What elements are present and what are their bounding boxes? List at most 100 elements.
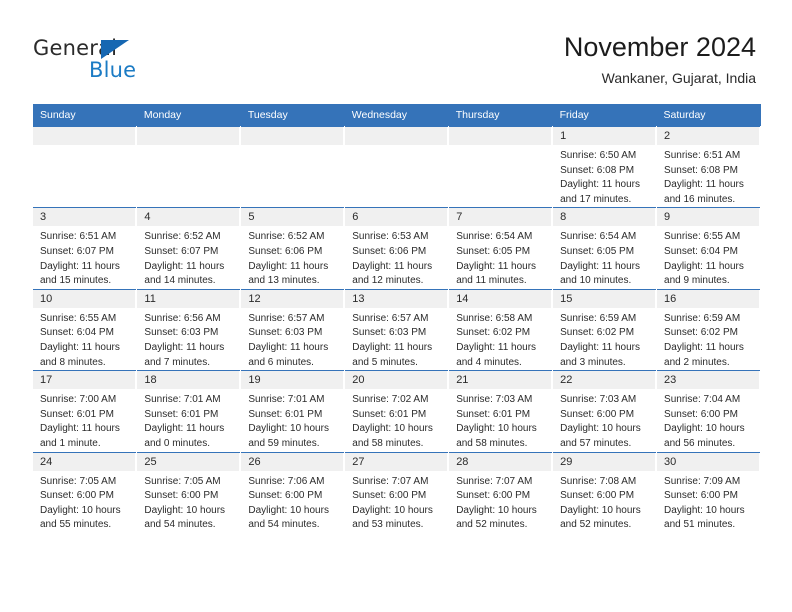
- day-number: 11: [137, 289, 241, 308]
- calendar-day-cell[interactable]: 30 Sunrise: 7:09 AM Sunset: 6:00 PM Dayligh…: [656, 451, 761, 533]
- day-detail-line: and 53 minutes.: [352, 519, 424, 531]
- day-detail-line: and 4 minutes.: [456, 356, 522, 368]
- calendar-week-row: 24 Sunrise: 7:05 AM Sunset: 6:00 PM Dayligh…: [33, 451, 761, 533]
- calendar-day-cell[interactable]: 1 Sunrise: 6:50 AM Sunset: 6:08 PM Daylight…: [552, 125, 658, 208]
- day-detail-line: Sunset: 6:00 PM: [560, 408, 635, 420]
- day-detail-line: Daylight: 11 hours: [40, 341, 120, 353]
- day-detail-line: Sunset: 6:02 PM: [456, 327, 531, 339]
- calendar-day-cell[interactable]: 9 Sunrise: 6:55 AM Sunset: 6:04 PM Daylight…: [656, 207, 761, 290]
- day-detail-line: Sunset: 6:00 PM: [664, 408, 738, 420]
- day-details: [137, 145, 240, 149]
- day-detail-line: Sunset: 6:05 PM: [456, 245, 531, 257]
- calendar-page: General Blue November 2024 Wankaner, Guj…: [0, 0, 792, 612]
- calendar-day-cell[interactable]: 15 Sunrise: 6:59 AM Sunset: 6:02 PM Dayligh…: [552, 288, 658, 371]
- calendar-day-cell[interactable]: 11 Sunrise: 6:56 AM Sunset: 6:03 PM Dayligh…: [136, 288, 242, 371]
- day-details: [33, 145, 136, 149]
- day-detail-line: Sunrise: 6:50 AM: [560, 150, 637, 161]
- calendar-day-cell[interactable]: 28 Sunrise: 7:07 AM Sunset: 6:00 PM Dayligh…: [448, 451, 554, 533]
- calendar-week-row: 10 Sunrise: 6:55 AM Sunset: 6:04 PM Dayligh…: [33, 288, 761, 371]
- day-detail-line: Sunrise: 6:53 AM: [352, 231, 429, 243]
- calendar-day-cell[interactable]: 8 Sunrise: 6:54 AM Sunset: 6:05 PM Daylight…: [552, 207, 658, 290]
- day-detail-line: and 54 minutes.: [144, 519, 216, 531]
- day-detail-line: Sunrise: 6:59 AM: [664, 312, 741, 324]
- calendar-day-cell[interactable]: 18 Sunrise: 7:01 AM Sunset: 6:01 PM Dayligh…: [136, 370, 242, 452]
- day-detail-line: Sunrise: 7:08 AM: [560, 475, 637, 487]
- day-detail-line: Sunrise: 7:00 AM: [40, 394, 117, 406]
- day-detail-line: Daylight: 10 hours: [40, 504, 121, 516]
- day-details: Sunrise: 7:07 AM Sunset: 6:00 PM Daylight:…: [449, 471, 552, 533]
- day-detail-line: and 51 minutes.: [664, 519, 736, 531]
- calendar-day-cell-empty: [136, 125, 242, 208]
- day-number: 21: [449, 371, 553, 390]
- calendar-day-cell[interactable]: 16 Sunrise: 6:59 AM Sunset: 6:02 PM Dayligh…: [656, 288, 761, 371]
- day-detail-line: Sunset: 6:04 PM: [40, 327, 114, 339]
- day-detail-line: Sunset: 6:07 PM: [144, 245, 219, 257]
- calendar-day-cell[interactable]: 3 Sunrise: 6:51 AM Sunset: 6:07 PM Daylight…: [33, 207, 138, 290]
- calendar-day-cell[interactable]: 26 Sunrise: 7:06 AM Sunset: 6:00 PM Dayligh…: [240, 451, 346, 533]
- day-number: 20: [345, 371, 449, 390]
- day-detail-line: and 8 minutes.: [40, 356, 106, 368]
- weekday-header-wednesday: Wednesday: [344, 104, 449, 127]
- day-detail-line: Sunrise: 7:05 AM: [40, 475, 117, 487]
- day-detail-line: and 10 minutes.: [560, 275, 632, 287]
- day-detail-line: and 16 minutes.: [664, 193, 736, 205]
- logo-text-blue: Blue: [89, 58, 137, 82]
- day-detail-line: Sunset: 6:00 PM: [456, 490, 531, 502]
- day-detail-line: Sunset: 6:04 PM: [664, 245, 738, 257]
- day-detail-line: Sunset: 6:07 PM: [40, 245, 114, 257]
- day-detail-line: Daylight: 11 hours: [40, 260, 120, 272]
- day-detail-line: and 14 minutes.: [144, 275, 216, 287]
- day-detail-line: Sunrise: 7:01 AM: [248, 394, 325, 406]
- day-detail-line: Sunset: 6:00 PM: [144, 490, 219, 502]
- day-detail-line: and 2 minutes.: [664, 356, 730, 368]
- weekday-header-friday: Friday: [552, 104, 657, 127]
- day-detail-line: Sunrise: 6:57 AM: [248, 312, 325, 324]
- calendar-day-cell[interactable]: 19 Sunrise: 7:01 AM Sunset: 6:01 PM Dayligh…: [240, 370, 346, 452]
- day-detail-line: Sunset: 6:01 PM: [40, 408, 114, 420]
- day-number: 16: [657, 289, 760, 308]
- day-number: 18: [137, 371, 241, 390]
- calendar-day-cell[interactable]: 5 Sunrise: 6:52 AM Sunset: 6:06 PM Daylight…: [240, 207, 346, 290]
- day-detail-line: Daylight: 11 hours: [456, 341, 537, 353]
- calendar-day-cell[interactable]: 10 Sunrise: 6:55 AM Sunset: 6:04 PM Dayligh…: [33, 288, 138, 371]
- day-detail-line: Sunset: 6:03 PM: [352, 327, 427, 339]
- calendar-day-cell[interactable]: 12 Sunrise: 6:57 AM Sunset: 6:03 PM Dayligh…: [240, 288, 346, 371]
- calendar-day-cell[interactable]: 6 Sunrise: 6:53 AM Sunset: 6:06 PM Daylight…: [344, 207, 450, 290]
- day-detail-line: Daylight: 11 hours: [352, 341, 433, 353]
- day-details: Sunrise: 6:57 AM Sunset: 6:03 PM Daylight:…: [241, 308, 344, 370]
- day-detail-line: and 55 minutes.: [40, 519, 112, 531]
- day-detail-line: Daylight: 11 hours: [144, 341, 225, 353]
- day-details: Sunrise: 7:01 AM Sunset: 6:01 PM Daylight:…: [137, 389, 240, 451]
- weekday-header-tuesday: Tuesday: [240, 104, 345, 127]
- day-detail-line: Sunrise: 7:01 AM: [144, 394, 221, 406]
- calendar-day-cell[interactable]: 24 Sunrise: 7:05 AM Sunset: 6:00 PM Dayligh…: [33, 451, 138, 533]
- calendar-day-cell[interactable]: 27 Sunrise: 7:07 AM Sunset: 6:00 PM Dayligh…: [344, 451, 450, 533]
- calendar-day-cell[interactable]: 13 Sunrise: 6:57 AM Sunset: 6:03 PM Dayligh…: [344, 288, 450, 371]
- general-blue-logo[interactable]: General Blue: [33, 36, 233, 86]
- day-detail-line: Sunset: 6:02 PM: [560, 327, 635, 339]
- day-details: Sunrise: 6:53 AM Sunset: 6:06 PM Daylight:…: [345, 226, 448, 288]
- calendar-day-cell[interactable]: 7 Sunrise: 6:54 AM Sunset: 6:05 PM Daylight…: [448, 207, 554, 290]
- calendar-day-cell[interactable]: 25 Sunrise: 7:05 AM Sunset: 6:00 PM Dayligh…: [136, 451, 242, 533]
- day-detail-line: Sunset: 6:00 PM: [248, 490, 323, 502]
- day-details: Sunrise: 7:06 AM Sunset: 6:00 PM Daylight:…: [241, 471, 344, 533]
- calendar-day-cell[interactable]: 17 Sunrise: 7:00 AM Sunset: 6:01 PM Dayligh…: [33, 370, 138, 452]
- day-detail-line: Sunset: 6:00 PM: [352, 490, 427, 502]
- calendar-day-cell[interactable]: 23 Sunrise: 7:04 AM Sunset: 6:00 PM Dayligh…: [656, 370, 761, 452]
- calendar-day-cell[interactable]: 29 Sunrise: 7:08 AM Sunset: 6:00 PM Dayligh…: [552, 451, 658, 533]
- day-detail-line: and 52 minutes.: [456, 519, 528, 531]
- calendar-day-cell[interactable]: 2 Sunrise: 6:51 AM Sunset: 6:08 PM Daylight…: [656, 125, 761, 208]
- day-details: Sunrise: 7:03 AM Sunset: 6:01 PM Daylight:…: [449, 389, 552, 451]
- day-detail-line: and 15 minutes.: [40, 275, 112, 287]
- calendar-day-cell[interactable]: 4 Sunrise: 6:52 AM Sunset: 6:07 PM Daylight…: [136, 207, 242, 290]
- day-details: Sunrise: 7:04 AM Sunset: 6:00 PM Daylight:…: [657, 389, 760, 451]
- day-detail-line: and 13 minutes.: [248, 275, 320, 287]
- calendar-day-cell[interactable]: 22 Sunrise: 7:03 AM Sunset: 6:00 PM Dayligh…: [552, 370, 658, 452]
- calendar-day-cell[interactable]: 14 Sunrise: 6:58 AM Sunset: 6:02 PM Dayligh…: [448, 288, 554, 371]
- day-detail-line: Daylight: 11 hours: [352, 260, 433, 272]
- day-number: 22: [553, 371, 657, 390]
- calendar-day-cell[interactable]: 20 Sunrise: 7:02 AM Sunset: 6:01 PM Dayligh…: [344, 370, 450, 452]
- day-detail-line: Daylight: 11 hours: [40, 423, 120, 435]
- day-detail-line: Daylight: 10 hours: [456, 423, 537, 435]
- calendar-day-cell[interactable]: 21 Sunrise: 7:03 AM Sunset: 6:01 PM Dayligh…: [448, 370, 554, 452]
